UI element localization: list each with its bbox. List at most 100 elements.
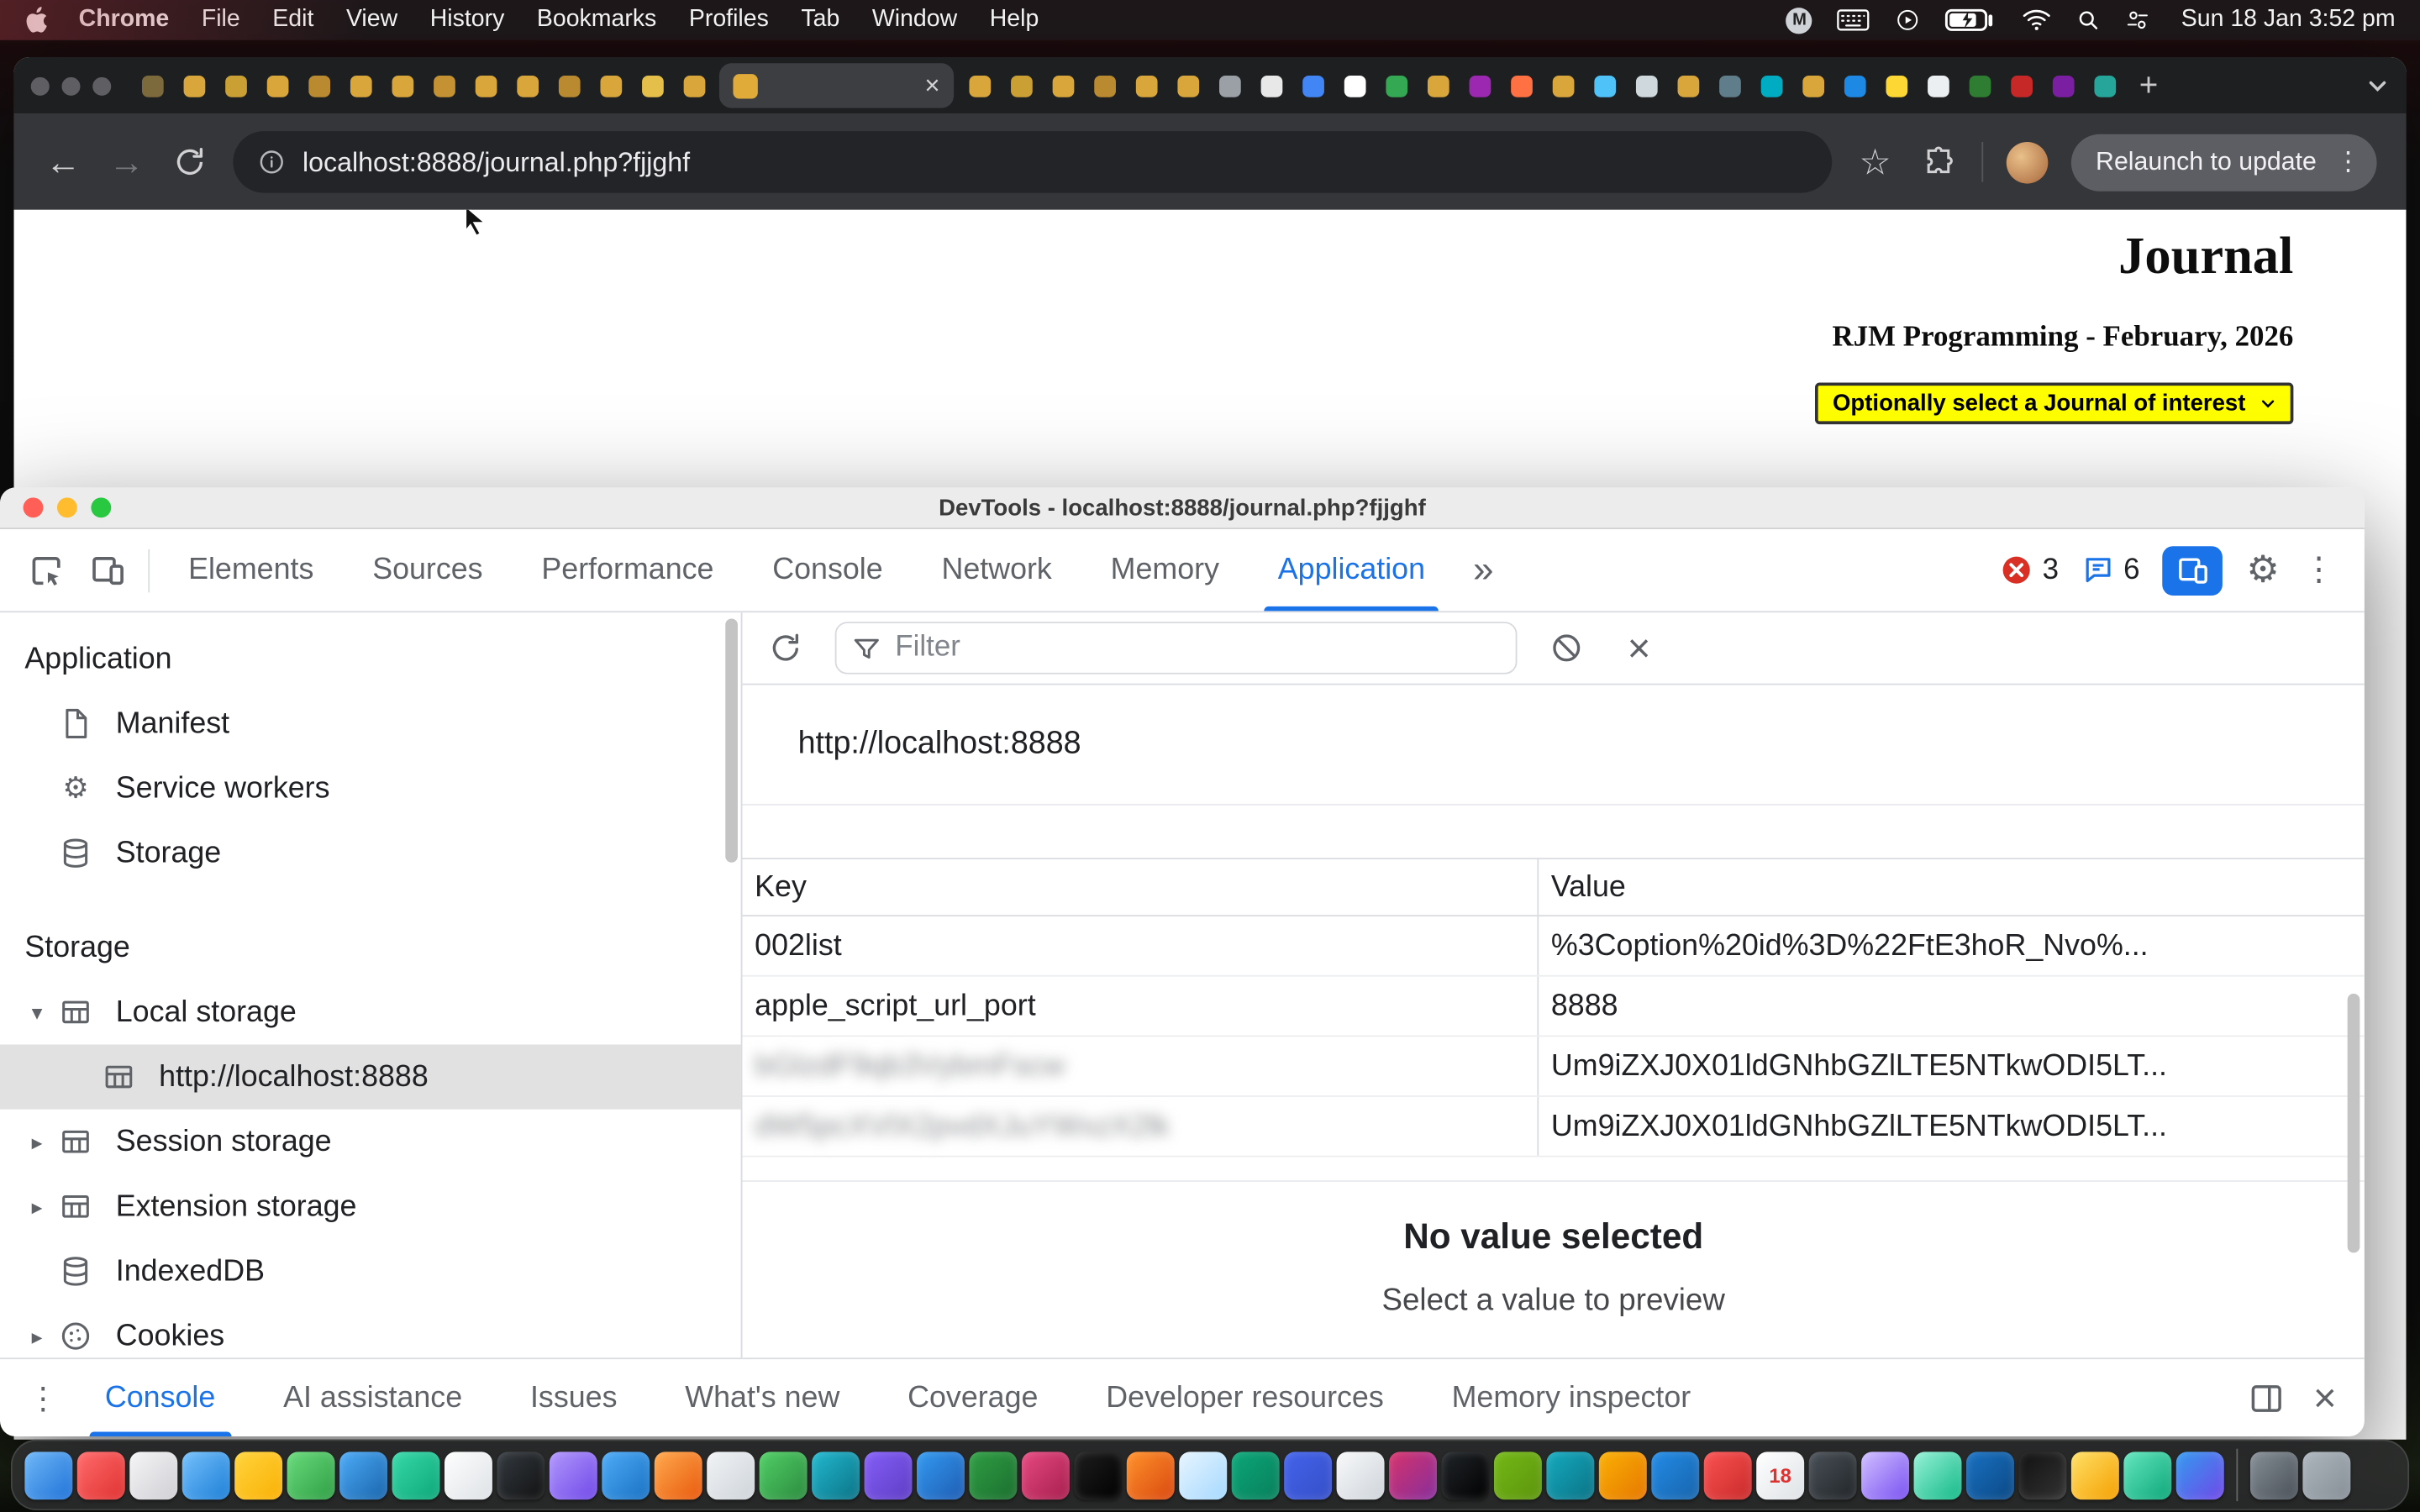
dock-icon[interactable] xyxy=(1599,1451,1647,1499)
dock-icon[interactable] xyxy=(129,1451,177,1499)
browser-tab[interactable] xyxy=(133,65,171,107)
drawer-tab-memory-inspector[interactable]: Memory inspector xyxy=(1418,1359,1724,1436)
browser-tab[interactable] xyxy=(1710,65,1749,107)
dock-icon[interactable] xyxy=(1704,1451,1752,1499)
window-minimize-button[interactable] xyxy=(61,76,80,95)
drawer-close-icon[interactable]: × xyxy=(2313,1378,2337,1418)
dock-icon[interactable] xyxy=(1232,1451,1280,1499)
menu-item-file[interactable]: File xyxy=(202,6,240,34)
menu-item-history[interactable]: History xyxy=(430,6,505,34)
drawer-tab-ai-assistance[interactable]: AI assistance xyxy=(250,1359,497,1436)
sidebar-item-storage[interactable]: Storage xyxy=(0,821,741,885)
dock-icon[interactable] xyxy=(234,1451,282,1499)
dock-icon[interactable] xyxy=(1179,1451,1227,1499)
sidebar-item-local-storage[interactable]: ▾Local storage xyxy=(0,979,741,1044)
dock-icon[interactable] xyxy=(287,1451,335,1499)
dock-icon[interactable] xyxy=(2302,1451,2350,1499)
wifi-icon[interactable] xyxy=(2022,7,2051,33)
browser-tab[interactable] xyxy=(1960,65,1999,107)
menu-item-view[interactable]: View xyxy=(346,6,397,34)
devtools-tab-elements[interactable]: Elements xyxy=(159,529,343,611)
dock-icon[interactable]: 18 xyxy=(1756,1451,1804,1499)
dock-icon[interactable] xyxy=(1022,1451,1070,1499)
table-header-value[interactable]: Value xyxy=(1537,859,2365,915)
settings-gear-icon[interactable]: ⚙ xyxy=(2246,552,2280,589)
browser-tab[interactable] xyxy=(258,65,297,107)
reload-icon[interactable] xyxy=(170,145,210,179)
menu-item-bookmarks[interactable]: Bookmarks xyxy=(537,6,656,34)
drawer-menu-icon[interactable]: ⋮ xyxy=(15,1378,71,1417)
more-panels-icon[interactable]: » xyxy=(1455,549,1512,591)
dock-icon[interactable] xyxy=(1127,1451,1175,1499)
site-info-icon[interactable] xyxy=(258,148,286,176)
issues-badge[interactable]: 6 xyxy=(2082,553,2140,586)
browser-tab[interactable] xyxy=(1876,65,1915,107)
window-zoom-button[interactable] xyxy=(92,76,111,95)
window-close-button[interactable] xyxy=(31,76,50,95)
back-icon[interactable]: ← xyxy=(43,144,83,180)
apple-logo-icon[interactable] xyxy=(24,6,48,34)
dock-icon[interactable] xyxy=(2071,1451,2119,1499)
devtools-window-controls[interactable] xyxy=(24,497,112,517)
dock-icon[interactable] xyxy=(1546,1451,1594,1499)
browser-tab[interactable] xyxy=(1793,65,1832,107)
sidebar-item-indexeddb[interactable]: IndexedDB xyxy=(0,1239,741,1304)
browser-tab[interactable] xyxy=(466,65,505,107)
dock-icon[interactable] xyxy=(2123,1451,2171,1499)
devtools-menu-icon[interactable]: ⋮ xyxy=(2302,551,2335,590)
table-row[interactable]: apple_script_url_port8888 xyxy=(742,977,2364,1037)
sidebar-item-session-storage[interactable]: ▸Session storage xyxy=(0,1110,741,1174)
browser-tab[interactable] xyxy=(1085,65,1123,107)
dock-icon[interactable] xyxy=(1914,1451,1962,1499)
browser-tab[interactable] xyxy=(633,65,671,107)
sidebar-item-cookies[interactable]: ▸Cookies xyxy=(0,1304,741,1357)
devtools-tab-sources[interactable]: Sources xyxy=(343,529,512,611)
sidebar-item-service-workers[interactable]: ⚙Service workers xyxy=(0,756,741,821)
dock-icon[interactable] xyxy=(1337,1451,1385,1499)
browser-tab[interactable] xyxy=(1918,65,1957,107)
menu-item-tab[interactable]: Tab xyxy=(801,6,839,34)
drawer-tab-issues[interactable]: Issues xyxy=(497,1359,651,1436)
dock-icon[interactable] xyxy=(339,1451,387,1499)
sidebar-item-http-localhost-8888[interactable]: http://localhost:8888 xyxy=(0,1044,741,1109)
menu-bar-clock[interactable]: Sun 18 Jan 3:52 pm xyxy=(2181,6,2396,34)
dock-icon[interactable] xyxy=(1809,1451,1857,1499)
browser-tab[interactable] xyxy=(1418,65,1457,107)
dock-side-icon[interactable] xyxy=(2249,1380,2284,1415)
browser-tab[interactable] xyxy=(1127,65,1165,107)
extensions-puzzle-icon[interactable] xyxy=(1918,145,1959,179)
table-row[interactable]: dW5pcXVlX2pvdXJuYWxzX2lkUm9iZXJ0X01ldGNh… xyxy=(742,1097,2364,1158)
storage-origin[interactable]: http://localhost:8888 xyxy=(798,725,2365,762)
device-toolbar-icon[interactable] xyxy=(77,539,139,601)
menu-item-edit[interactable]: Edit xyxy=(272,6,313,34)
dock-icon[interactable] xyxy=(392,1451,440,1499)
dock-icon[interactable] xyxy=(655,1451,702,1499)
browser-tab[interactable] xyxy=(1002,65,1040,107)
dock-icon[interactable] xyxy=(182,1451,230,1499)
refresh-icon[interactable] xyxy=(762,625,808,671)
active-tab[interactable]: × xyxy=(719,63,954,108)
dock-icon[interactable] xyxy=(865,1451,913,1499)
inspect-element-icon[interactable] xyxy=(15,539,76,601)
dock-icon[interactable] xyxy=(1494,1451,1542,1499)
browser-tab[interactable] xyxy=(1835,65,1874,107)
browser-tab[interactable] xyxy=(2002,65,2040,107)
keyboard-icon[interactable] xyxy=(1838,7,1870,33)
dock-icon[interactable] xyxy=(602,1451,650,1499)
profile-avatar[interactable] xyxy=(2007,141,2049,183)
browser-tab[interactable] xyxy=(1752,65,1791,107)
browser-tab[interactable] xyxy=(591,65,629,107)
drawer-tab-console[interactable]: Console xyxy=(71,1359,249,1436)
dock-icon[interactable] xyxy=(24,1451,72,1499)
dock-icon[interactable] xyxy=(1389,1451,1437,1499)
bookmark-star-icon[interactable]: ☆ xyxy=(1855,144,1896,180)
devtools-tab-memory[interactable]: Memory xyxy=(1081,529,1249,611)
dock-icon[interactable] xyxy=(969,1451,1017,1499)
browser-tab[interactable] xyxy=(1460,65,1499,107)
browser-tab[interactable] xyxy=(1210,65,1249,107)
menu-item-help[interactable]: Help xyxy=(990,6,1039,34)
window-controls[interactable] xyxy=(31,76,112,95)
dock-icon[interactable] xyxy=(77,1451,125,1499)
device-mode-active-button[interactable] xyxy=(2163,545,2223,595)
devtools-zoom-button[interactable] xyxy=(91,497,111,517)
